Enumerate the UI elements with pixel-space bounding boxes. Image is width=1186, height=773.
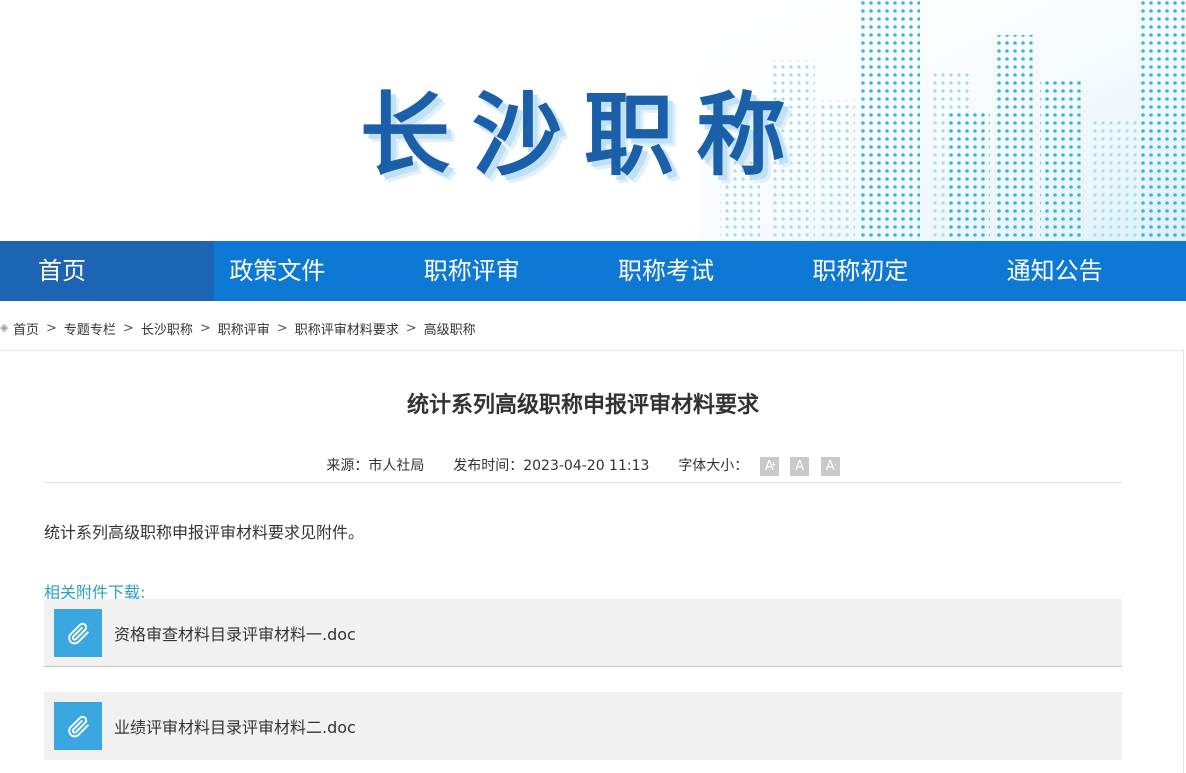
- location-icon: ◈: [0, 321, 9, 334]
- attachment-item[interactable]: 业绩评审材料目录评审材料二.doc: [44, 692, 1122, 760]
- font-decrease-button[interactable]: A-: [820, 456, 840, 476]
- publish-time: 发布时间：2023-04-20 11:13: [453, 458, 650, 474]
- breadcrumb-separator: >: [122, 320, 134, 336]
- article-card: 统计系列高级职称申报评审材料要求 来源：市人社局 发布时间：2023-04-20…: [0, 350, 1184, 773]
- paperclip-icon: [54, 608, 102, 657]
- meta-divider: [44, 482, 1122, 483]
- nav-item-home[interactable]: 首页: [0, 241, 215, 301]
- paperclip-icon: [54, 702, 102, 750]
- breadcrumb-separator: >: [199, 320, 211, 336]
- nav-item-title-exam[interactable]: 职称考试: [603, 241, 797, 301]
- breadcrumb: ◈ 首页 > 专题专栏 > 长沙职称 > 职称评审 > 职称评审材料要求 > 高…: [0, 318, 476, 338]
- attachment-item[interactable]: 资格审查材料目录评审材料一.doc: [44, 599, 1122, 667]
- breadcrumb-item-senior-titles[interactable]: 高级职称: [424, 319, 476, 338]
- breadcrumb-separator: >: [405, 320, 417, 336]
- attachment-name[interactable]: 资格审查材料目录评审材料一.doc: [114, 621, 356, 645]
- attachment-name[interactable]: 业绩评审材料目录评审材料二.doc: [114, 714, 356, 738]
- font-default-label: A: [795, 458, 805, 474]
- nav-item-notices[interactable]: 通知公告: [992, 241, 1186, 301]
- breadcrumb-item-title-review[interactable]: 职称评审: [218, 319, 270, 338]
- main-nav: 首页 政策文件 职称评审 职称考试 职称初定 通知公告: [0, 241, 1186, 301]
- breadcrumb-item-special-topics[interactable]: 专题专栏: [64, 319, 116, 338]
- font-default-button[interactable]: A: [790, 456, 810, 476]
- breadcrumb-separator: >: [46, 320, 57, 336]
- nav-item-title-initial[interactable]: 职称初定: [797, 241, 991, 301]
- nav-item-title-review[interactable]: 职称评审: [409, 241, 603, 301]
- article-title: 统计系列高级职称申报评审材料要求: [406, 393, 759, 418]
- font-decrease-label: A: [825, 458, 835, 474]
- breadcrumb-item-changsha-titles[interactable]: 长沙职称: [141, 319, 193, 338]
- article-body: 统计系列高级职称申报评审材料要求见附件。: [44, 523, 365, 542]
- font-increase-button[interactable]: A +: [759, 456, 779, 476]
- breadcrumb-item-review-requirements[interactable]: 职称评审材料要求: [295, 319, 399, 338]
- breadcrumb-separator: >: [276, 320, 288, 336]
- font-size-label: 字体大小：: [678, 458, 749, 474]
- article-meta: 来源：市人社局 发布时间：2023-04-20 11:13 字体大小： A + A…: [0, 455, 1166, 476]
- source-label: 来源：市人社局: [326, 458, 425, 474]
- nav-item-policy-documents[interactable]: 政策文件: [214, 241, 408, 301]
- site-title: 长沙职称: [360, 83, 808, 188]
- header-banner: 长沙职称: [0, 0, 1186, 241]
- breadcrumb-item-home[interactable]: 首页: [13, 319, 39, 338]
